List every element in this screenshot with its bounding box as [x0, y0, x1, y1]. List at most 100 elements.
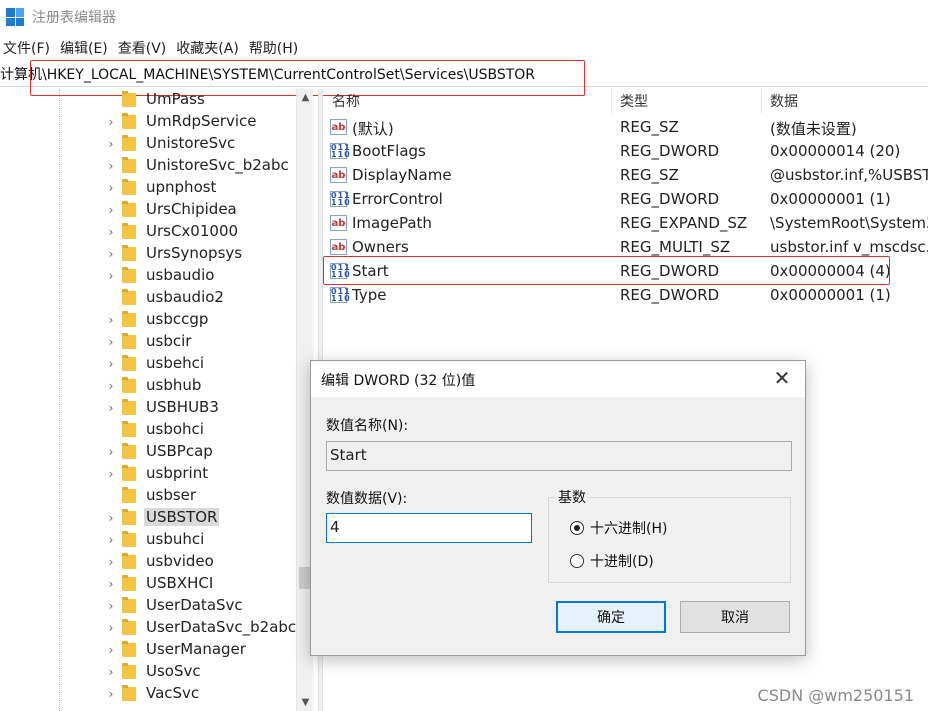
tree-item[interactable]: › usbuhci	[0, 529, 296, 551]
tree-item[interactable]: › USBHUB3	[0, 397, 296, 419]
tree-item[interactable]: › usbehci	[0, 353, 296, 375]
tree-item[interactable]: › usbhub	[0, 375, 296, 397]
tree-item-label[interactable]: UnistoreSvc	[146, 134, 235, 152]
chevron-right-icon[interactable]: ›	[106, 507, 116, 529]
tree-item-label[interactable]: usbccgp	[146, 310, 208, 328]
tree-item-label[interactable]: USBXHCI	[146, 574, 213, 592]
address-bar[interactable]: 计算机\HKEY_LOCAL_MACHINE\SYSTEM\CurrentCon…	[0, 61, 928, 87]
tree-item[interactable]: › USBSTOR	[0, 507, 296, 529]
radio-hex-label[interactable]: 十六进制(H)	[590, 518, 667, 538]
tree-item-label[interactable]: UrsChipidea	[146, 200, 237, 218]
tree-item[interactable]: › UserDataSvc_b2abc	[0, 617, 297, 639]
column-data[interactable]: 数据	[762, 89, 928, 113]
chevron-right-icon[interactable]: ›	[106, 551, 116, 573]
tree-item[interactable]: › VacSvc	[0, 683, 296, 705]
tree-item-label[interactable]: usbcir	[146, 332, 191, 350]
close-icon[interactable]: ✕	[769, 365, 795, 391]
chevron-right-icon[interactable]: ›	[106, 573, 116, 595]
address-path[interactable]: 计算机\HKEY_LOCAL_MACHINE\SYSTEM\CurrentCon…	[0, 64, 535, 84]
tree-item[interactable]: › UserDataSvc	[0, 595, 296, 617]
tree-item-label[interactable]: usbuhci	[146, 530, 204, 548]
tree-item-label[interactable]: UserDataSvc_b2abc	[146, 618, 296, 636]
radio-hex-icon[interactable]	[570, 521, 584, 535]
tree-item-label[interactable]: usbohci	[146, 420, 204, 438]
value-row[interactable]: 011 110 Type REG_DWORD 0x00000001 (1)	[324, 283, 928, 307]
chevron-right-icon[interactable]: ›	[106, 353, 116, 375]
tree-item[interactable]: usbaudio2	[0, 287, 296, 309]
chevron-right-icon[interactable]: ›	[106, 177, 116, 199]
tree-item-label[interactable]: UsoSvc	[146, 662, 201, 680]
tree-item-label[interactable]: usbaudio	[146, 266, 214, 284]
radio-dec-label[interactable]: 十进制(D)	[590, 551, 654, 571]
chevron-right-icon[interactable]: ›	[106, 397, 116, 419]
tree-item[interactable]: › USBPcap	[0, 441, 296, 463]
tree-item-label[interactable]: usbprint	[146, 464, 208, 482]
chevron-right-icon[interactable]: ›	[106, 441, 116, 463]
tree-item-label[interactable]: USBSTOR	[144, 508, 220, 526]
chevron-right-icon[interactable]: ›	[106, 529, 116, 551]
menu-edit[interactable]: 编辑(E)	[56, 38, 112, 58]
chevron-right-icon[interactable]: ›	[106, 595, 116, 617]
chevron-right-icon[interactable]: ›	[106, 617, 116, 639]
tree-item[interactable]: › UrsCx01000	[0, 221, 296, 243]
tree-item[interactable]: › UrsSynopsys	[0, 243, 296, 265]
scroll-up-icon[interactable]: ▲	[297, 89, 314, 106]
chevron-right-icon[interactable]: ›	[106, 265, 116, 287]
tree-item[interactable]: › UmRdpService	[0, 111, 296, 133]
tree-item-label[interactable]: upnphost	[146, 178, 216, 196]
radio-dec-icon[interactable]	[570, 554, 584, 568]
tree-item[interactable]: › usbccgp	[0, 309, 296, 331]
chevron-right-icon[interactable]: ›	[106, 331, 116, 353]
tree-item-label[interactable]: UserDataSvc	[146, 596, 243, 614]
tree-item[interactable]: › usbprint	[0, 463, 296, 485]
tree-item[interactable]: › UnistoreSvc	[0, 133, 296, 155]
tree-item-label[interactable]: UmRdpService	[146, 112, 257, 130]
radio-hex[interactable]: 十六进制(H)	[570, 518, 667, 538]
chevron-right-icon[interactable]: ›	[106, 375, 116, 397]
tree-item-label[interactable]: UserManager	[146, 640, 246, 658]
tree-item-label[interactable]: usbaudio2	[146, 288, 224, 306]
column-type[interactable]: 类型	[612, 89, 762, 113]
tree-item-label[interactable]: UmPass	[146, 90, 205, 108]
value-row[interactable]: 011 110 BootFlags REG_DWORD 0x00000014 (20)	[324, 139, 928, 163]
menu-view[interactable]: 查看(V)	[114, 38, 171, 58]
tree-item[interactable]: › UsoSvc	[0, 661, 296, 683]
value-row[interactable]: 011 110 Start REG_DWORD 0x00000004 (4)	[324, 259, 928, 283]
chevron-right-icon[interactable]: ›	[106, 661, 116, 683]
tree-item[interactable]: › USBXHCI	[0, 573, 296, 595]
tree-item[interactable]: usbser	[0, 485, 296, 507]
chevron-right-icon[interactable]: ›	[106, 639, 116, 661]
column-name[interactable]: 名称	[324, 89, 612, 113]
chevron-right-icon[interactable]: ›	[106, 221, 116, 243]
tree-item[interactable]: › usbcir	[0, 331, 296, 353]
value-row[interactable]: ab DisplayName REG_SZ @usbstor.inf,%USBST(	[324, 163, 928, 187]
tree-item-label[interactable]: USBPcap	[146, 442, 213, 460]
menu-file[interactable]: 文件(F)	[0, 38, 54, 58]
tree-item[interactable]: › UserManager	[0, 639, 296, 661]
chevron-right-icon[interactable]: ›	[106, 133, 116, 155]
chevron-right-icon[interactable]: ›	[106, 155, 116, 177]
value-row[interactable]: ab (默认) REG_SZ (数值未设置)	[324, 115, 928, 139]
cancel-button[interactable]: 取消	[680, 601, 790, 633]
tree-item-label[interactable]: VacSvc	[146, 684, 199, 702]
value-row[interactable]: ab Owners REG_MULTI_SZ usbstor.inf v_mscdsc…	[324, 235, 928, 259]
chevron-right-icon[interactable]: ›	[106, 309, 116, 331]
radio-dec[interactable]: 十进制(D)	[570, 551, 654, 571]
tree-item-label[interactable]: usbehci	[146, 354, 204, 372]
scroll-down-icon[interactable]: ▼	[297, 694, 314, 711]
tree-item-label[interactable]: UrsSynopsys	[146, 244, 242, 262]
value-row[interactable]: ab ImagePath REG_EXPAND_SZ \SystemRoot\Syst…	[324, 211, 928, 235]
tree-item-label[interactable]: usbvideo	[146, 552, 214, 570]
tree-item[interactable]: UmPass	[0, 89, 296, 111]
chevron-right-icon[interactable]: ›	[106, 463, 116, 485]
tree-item[interactable]: usbohci	[0, 419, 296, 441]
tree-item[interactable]: › usbvideo	[0, 551, 296, 573]
tree-item[interactable]: › UnistoreSvc_b2abc	[0, 155, 296, 177]
value-data-input[interactable]: 4	[326, 513, 532, 543]
menu-favorites[interactable]: 收藏夹(A)	[172, 38, 243, 58]
chevron-right-icon[interactable]: ›	[106, 199, 116, 221]
tree-item-label[interactable]: usbhub	[146, 376, 201, 394]
tree-item[interactable]: › upnphost	[0, 177, 296, 199]
menu-help[interactable]: 帮助(H)	[245, 38, 302, 58]
chevron-right-icon[interactable]: ›	[106, 243, 116, 265]
